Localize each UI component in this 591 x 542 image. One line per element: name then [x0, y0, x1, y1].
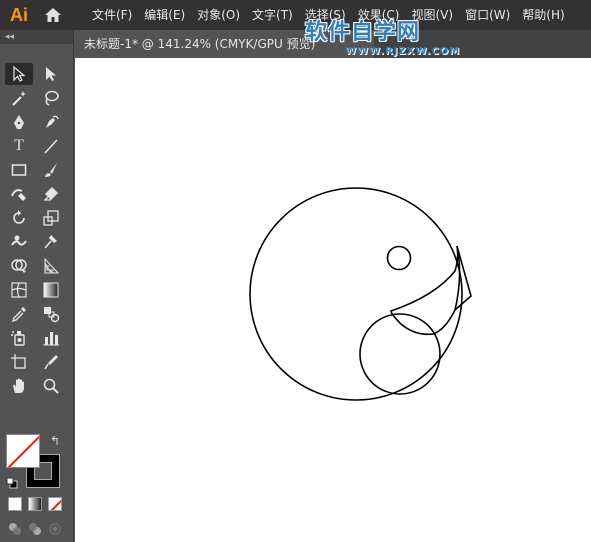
watermark-url: WWW.RJZXW.COM [345, 46, 461, 57]
type-tool-glyph: T [14, 137, 24, 154]
swap-fill-stroke-icon[interactable]: ↰ [50, 434, 60, 448]
eyedropper-tool-icon[interactable] [5, 303, 33, 325]
menu-window[interactable]: 窗口(W) [459, 0, 516, 30]
gradient-tool-icon[interactable] [37, 279, 65, 301]
fill-swatch[interactable] [6, 434, 40, 468]
pen-tool-icon[interactable] [5, 111, 33, 133]
artwork [249, 187, 472, 401]
shaper-tool-icon[interactable] [5, 183, 33, 205]
menu-help[interactable]: 帮助(H) [516, 0, 570, 30]
scale-tool-icon[interactable] [37, 207, 65, 229]
selection-tool-icon[interactable] [5, 63, 33, 85]
direct-selection-tool-icon[interactable] [37, 63, 65, 85]
blend-tool-icon[interactable] [37, 303, 65, 325]
warp-tool-icon[interactable] [5, 231, 33, 253]
app-logo: Ai [10, 4, 28, 25]
draw-inside-icon[interactable] [48, 522, 62, 536]
menu-edit[interactable]: 编辑(E) [138, 0, 191, 30]
tools-panel: ◂◂ T ↰ [0, 30, 74, 542]
draw-normal-icon[interactable] [8, 522, 22, 536]
hand-tool-icon[interactable] [5, 375, 33, 397]
artboard-canvas[interactable] [75, 58, 591, 542]
slice-tool-icon[interactable] [37, 351, 65, 373]
type-tool-icon[interactable]: T [5, 135, 33, 157]
eye-circle [386, 245, 412, 271]
rectangle-tool-icon[interactable] [5, 159, 33, 181]
shape-builder-tool-icon[interactable] [5, 255, 33, 277]
menu-type[interactable]: 文字(T) [246, 0, 299, 30]
default-fill-stroke-icon[interactable] [6, 474, 18, 489]
inner-circle [359, 313, 441, 395]
none-mode-icon[interactable] [48, 497, 62, 511]
watermark-title: 软件自学网 [305, 20, 421, 45]
color-mode-icon[interactable] [8, 497, 22, 511]
mesh-tool-icon[interactable] [5, 279, 33, 301]
line-segment-tool-icon[interactable] [37, 135, 65, 157]
perspective-grid-tool-icon[interactable] [37, 255, 65, 277]
curvature-tool-icon[interactable] [37, 111, 65, 133]
rotate-tool-icon[interactable] [5, 207, 33, 229]
lasso-tool-icon[interactable] [37, 87, 65, 109]
tools-panel-collapse[interactable]: ◂◂ [0, 30, 73, 44]
column-graph-tool-icon[interactable] [37, 327, 65, 349]
zoom-tool-icon[interactable] [37, 375, 65, 397]
draw-behind-icon[interactable] [28, 522, 42, 536]
menu-bar: Ai 文件(F) 编辑(E) 对象(O) 文字(T) 选择(S) 效果(C) 视… [0, 0, 591, 30]
artboard-tool-icon[interactable] [5, 351, 33, 373]
gradient-mode-icon[interactable] [28, 497, 42, 511]
illustrator-window: Ai 文件(F) 编辑(E) 对象(O) 文字(T) 选择(S) 效果(C) 视… [0, 0, 591, 542]
eraser-tool-icon[interactable] [37, 183, 65, 205]
large-circle [249, 187, 463, 401]
draw-mode-buttons [8, 522, 62, 536]
symbol-sprayer-tool-icon[interactable] [5, 327, 33, 349]
fill-stroke-control: ↰ [6, 434, 66, 492]
menu-object[interactable]: 对象(O) [191, 0, 246, 30]
watermark: 软件自学网 WWW.RJZXW.COM [305, 20, 461, 57]
color-mode-buttons [8, 497, 62, 511]
puppet-warp-tool-icon[interactable] [37, 231, 65, 253]
paintbrush-tool-icon[interactable] [37, 159, 65, 181]
menu-file[interactable]: 文件(F) [86, 0, 138, 30]
magic-wand-tool-icon[interactable] [5, 87, 33, 109]
none-indicator-icon [7, 435, 39, 467]
home-icon[interactable] [38, 0, 68, 30]
